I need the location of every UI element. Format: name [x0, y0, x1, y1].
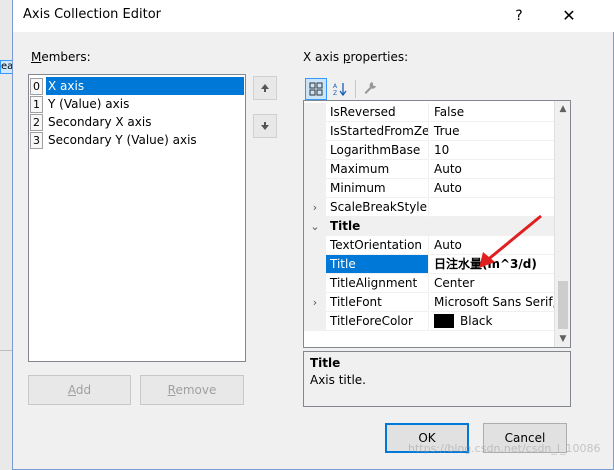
property-row-isstartedfromzero[interactable]: IsStartedFromZero True — [304, 122, 555, 141]
red-annotation-arrow-icon — [479, 214, 542, 268]
member-index: 0 — [30, 77, 43, 95]
color-value-text: Black — [460, 314, 493, 328]
member-label: Secondary Y (Value) axis — [48, 133, 197, 147]
property-name: TitleAlignment — [326, 274, 429, 293]
watermark-text: https://blog.csdn.net/csdn_l_10086 — [408, 442, 601, 455]
row-gutter — [304, 103, 326, 122]
property-value[interactable]: Auto — [430, 160, 555, 179]
members-list[interactable]: 0 X axis 1 Y (Value) axis 2 Secondary X … — [28, 74, 246, 362]
member-item-y-axis[interactable]: 1 Y (Value) axis — [30, 95, 244, 113]
row-gutter — [304, 236, 326, 255]
property-description-panel: Title Axis title. — [303, 351, 571, 407]
row-gutter — [304, 312, 326, 331]
move-down-button[interactable] — [253, 114, 277, 138]
row-gutter — [304, 255, 326, 274]
row-gutter — [304, 141, 326, 160]
properties-label: X axis properties: — [303, 50, 409, 64]
collapse-chevron-icon[interactable]: ⌄ — [304, 217, 326, 236]
property-row-minimum[interactable]: Minimum Auto — [304, 179, 555, 198]
sort-az-icon: A Z — [333, 83, 347, 97]
property-name: TitleForeColor — [326, 312, 429, 331]
color-swatch — [434, 313, 454, 328]
member-item-x-axis[interactable]: 0 X axis — [30, 77, 244, 95]
members-label: Members: — [31, 50, 91, 64]
scroll-up-icon[interactable]: ▲ — [555, 101, 571, 117]
svg-text:Z: Z — [333, 90, 337, 97]
close-button[interactable]: ✕ — [556, 4, 582, 28]
svg-text:A: A — [333, 83, 338, 90]
arrow-down-icon — [261, 122, 269, 130]
property-name: LogarithmBase — [326, 141, 429, 160]
member-index: 2 — [30, 113, 43, 131]
property-pages-button[interactable] — [359, 78, 381, 100]
property-row-isreversed[interactable]: IsReversed False — [304, 103, 555, 122]
wrench-icon — [364, 82, 376, 94]
property-name: Minimum — [326, 179, 429, 198]
alphabetical-view-button[interactable]: A Z — [329, 78, 351, 100]
member-item-secondary-y-axis[interactable]: 3 Secondary Y (Value) axis — [30, 131, 244, 149]
arrow-up-icon — [261, 84, 269, 92]
member-item-secondary-x-axis[interactable]: 2 Secondary X axis — [30, 113, 244, 131]
property-row-logarithmbase[interactable]: LogarithmBase 10 — [304, 141, 555, 160]
property-name: Title — [326, 255, 429, 274]
property-row-maximum[interactable]: Maximum Auto — [304, 160, 555, 179]
add-button[interactable]: Add — [28, 375, 131, 405]
row-gutter — [304, 274, 326, 293]
member-label: Y (Value) axis — [48, 97, 130, 111]
toolbar-separator — [355, 80, 356, 98]
categorized-view-button[interactable] — [305, 78, 327, 100]
move-up-button[interactable] — [253, 76, 277, 100]
property-value[interactable]: Microsoft Sans Serif, 8pt — [430, 293, 555, 312]
description-text: Axis title. — [310, 373, 366, 387]
help-button[interactable]: ? — [507, 4, 531, 28]
remove-button[interactable]: Remove — [140, 375, 244, 405]
scroll-down-icon[interactable]: ▼ — [555, 331, 571, 347]
property-value[interactable]: True — [430, 122, 555, 141]
member-label: X axis — [46, 77, 244, 95]
member-label: Secondary X axis — [48, 115, 152, 129]
property-row-titlefont[interactable]: › TitleFont Microsoft Sans Serif, 8pt — [304, 293, 555, 312]
title-bar: Axis Collection Editor ? ✕ — [13, 0, 614, 32]
property-name: TextOrientation — [326, 236, 429, 255]
row-gutter — [304, 179, 326, 198]
property-value[interactable]: 10 — [430, 141, 555, 160]
property-name: IsReversed — [326, 103, 429, 122]
member-index: 3 — [30, 131, 43, 149]
scroll-thumb[interactable] — [558, 281, 568, 329]
member-index: 1 — [30, 95, 43, 113]
property-name: Maximum — [326, 160, 429, 179]
property-name: IsStartedFromZero — [326, 122, 429, 141]
categorized-icon — [309, 82, 323, 96]
axis-collection-editor-dialog: Axis Collection Editor ? ✕ Members: 0 X … — [12, 0, 614, 470]
property-value[interactable]: Auto — [430, 179, 555, 198]
description-title: Title — [310, 356, 341, 370]
dialog-title: Axis Collection Editor — [23, 7, 162, 22]
property-name: TitleFont — [326, 293, 429, 312]
property-value[interactable]: Center — [430, 274, 555, 293]
expand-chevron-icon[interactable]: › — [304, 293, 326, 312]
property-row-titleforecolor[interactable]: TitleForeColor Black — [304, 312, 555, 331]
row-gutter — [304, 160, 326, 179]
row-gutter — [304, 122, 326, 141]
property-name: ScaleBreakStyle — [326, 198, 429, 217]
property-value[interactable]: Black — [430, 312, 555, 331]
expand-chevron-icon[interactable]: › — [304, 198, 326, 217]
property-row-titlealignment[interactable]: TitleAlignment Center — [304, 274, 555, 293]
property-value[interactable]: False — [430, 103, 555, 122]
